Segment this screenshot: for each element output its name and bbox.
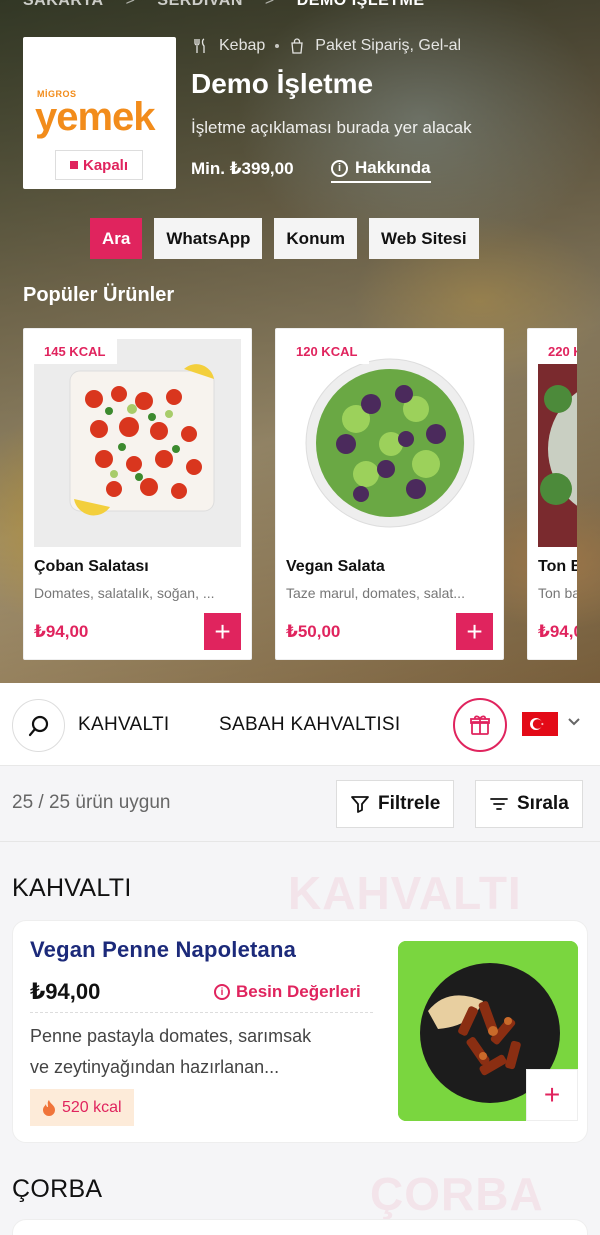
product-description: Ton balığı: [538, 585, 577, 601]
product-name: Çoban Salatası: [34, 558, 149, 575]
bag-icon: [291, 38, 303, 54]
product-count: 25 / 25 ürün uygun: [12, 792, 171, 813]
status-badge: Kapalı: [55, 150, 143, 180]
service-tag: Paket Sipariş, Gel-al: [315, 37, 462, 54]
restaurant-logo: MİGROS yemek Kapalı: [23, 37, 176, 189]
about-link[interactable]: i Hakkında: [331, 158, 431, 183]
item-divider: [30, 1012, 373, 1013]
breadcrumb: SAKARYA > SERDİVAN > DEMO İŞLETME: [23, 0, 425, 10]
filter-label: Filtrele: [378, 793, 441, 814]
website-button[interactable]: Web Sitesi: [368, 218, 479, 259]
breadcrumb-separator: >: [125, 0, 136, 9]
tag-dot: [275, 44, 280, 48]
add-to-cart-button[interactable]: +: [204, 613, 241, 650]
fork-knife-icon: [194, 38, 205, 53]
location-button[interactable]: Konum: [274, 218, 357, 259]
product-price: ₺94,00: [34, 622, 89, 641]
restaurant-description: İşletme açıklaması burada yer alacak: [191, 118, 472, 137]
popular-title: Popüler Ürünler: [23, 284, 175, 306]
product-card[interactable]: 220 KCAL Ton Balıklı Salata Ton balığı ₺…: [527, 328, 577, 660]
item-description-line: Penne pastayla domates, sarımsak: [30, 1026, 312, 1046]
info-icon: i: [331, 159, 348, 177]
product-card[interactable]: 120 KCAL Vegan Salata Taze marul, domate…: [275, 328, 504, 660]
menu-item-card[interactable]: [12, 1219, 588, 1235]
restaurant-tags: Kebap Paket Sipariş, Gel-al: [193, 37, 461, 55]
sort-icon: [490, 798, 508, 810]
product-name: Ton Balıklı Salata: [538, 558, 577, 575]
breadcrumb-item-city[interactable]: SAKARYA: [23, 0, 104, 10]
flame-icon: [43, 1099, 55, 1116]
add-to-cart-button[interactable]: +: [456, 613, 493, 650]
product-description: Taze marul, domates, salat...: [286, 585, 465, 601]
item-price: ₺94,00: [30, 979, 101, 1004]
item-description-line: ve zeytinyağından hazırlanan...: [30, 1057, 280, 1077]
popular-carousel[interactable]: 145 KCAL Çoban Salatası Domates, salatal…: [23, 328, 577, 660]
kcal-badge: 220 KCAL: [536, 339, 577, 364]
breadcrumb-separator: >: [264, 0, 275, 9]
product-image: [286, 339, 493, 547]
kcal-chip: 520 kcal: [30, 1089, 134, 1126]
call-button[interactable]: Ara: [90, 218, 143, 259]
filter-button[interactable]: Filtrele: [336, 780, 455, 828]
divider: [0, 841, 600, 842]
kcal-badge: 145 KCAL: [32, 339, 118, 364]
info-icon: i: [214, 984, 230, 1000]
product-card[interactable]: 145 KCAL Çoban Salatası Domates, salatal…: [23, 328, 252, 660]
sort-label: Sırala: [517, 793, 569, 814]
section-title: ÇORBA: [12, 1175, 103, 1203]
gift-button[interactable]: [453, 698, 507, 752]
filter-icon: [351, 796, 369, 813]
product-price: ₺50,00: [286, 622, 341, 641]
category-tab-kahvalti[interactable]: KAHVALTI: [78, 714, 169, 736]
category-tab-sabah-kahvaltisi[interactable]: SABAH KAHVALTISI: [219, 714, 401, 736]
search-icon: [28, 715, 48, 736]
search-button[interactable]: [12, 699, 65, 752]
min-order: Min. ₺399,00: [191, 159, 294, 178]
product-price: ₺94,00: [538, 622, 577, 641]
category-nav: KAHVALTI SABAH KAHVALTISI: [0, 683, 600, 766]
about-label: Hakkında: [355, 158, 431, 177]
product-description: Domates, salatalık, soğan, ...: [34, 585, 215, 601]
item-name: Vegan Penne Napoletana: [30, 937, 297, 962]
cuisine-tag: Kebap: [219, 37, 266, 54]
status-square-icon: [69, 161, 78, 169]
logo-brand-main: yemek: [35, 95, 156, 139]
whatsapp-button[interactable]: WhatsApp: [154, 218, 263, 259]
product-name: Vegan Salata: [286, 558, 385, 575]
product-image: [34, 339, 241, 547]
menu-item-card[interactable]: Vegan Penne Napoletana ₺94,00 i Besin De…: [12, 920, 588, 1143]
breadcrumb-item-district[interactable]: SERDİVAN: [157, 0, 243, 10]
turkey-flag-icon[interactable]: [522, 712, 558, 736]
sort-button[interactable]: Sırala: [475, 780, 583, 828]
restaurant-hero: SAKARYA > SERDİVAN > DEMO İŞLETME MİGROS…: [0, 0, 600, 683]
chevron-down-icon[interactable]: [566, 713, 582, 733]
kcal-badge: 120 KCAL: [284, 339, 370, 364]
add-to-cart-button[interactable]: +: [526, 1069, 578, 1121]
breadcrumb-item-current: DEMO İŞLETME: [296, 0, 425, 9]
restaurant-name: Demo İşletme: [191, 68, 374, 99]
product-image: [538, 339, 577, 547]
gift-icon: [470, 715, 490, 735]
status-text: Kapalı: [82, 156, 128, 174]
section-title: KAHVALTI: [12, 874, 132, 902]
kcal-value: 520 kcal: [62, 1098, 122, 1116]
nutrition-label: Besin Değerleri: [236, 982, 361, 1001]
section-ghost-title: ÇORBA: [370, 1168, 544, 1220]
action-buttons: Ara WhatsApp Konum Web Sitesi: [90, 218, 479, 259]
section-ghost-title: KAHVALTI: [288, 867, 522, 919]
nutrition-link[interactable]: i Besin Değerleri: [214, 982, 361, 1002]
item-description: Penne pastayla domates, sarımsak ve zeyt…: [30, 1021, 375, 1083]
